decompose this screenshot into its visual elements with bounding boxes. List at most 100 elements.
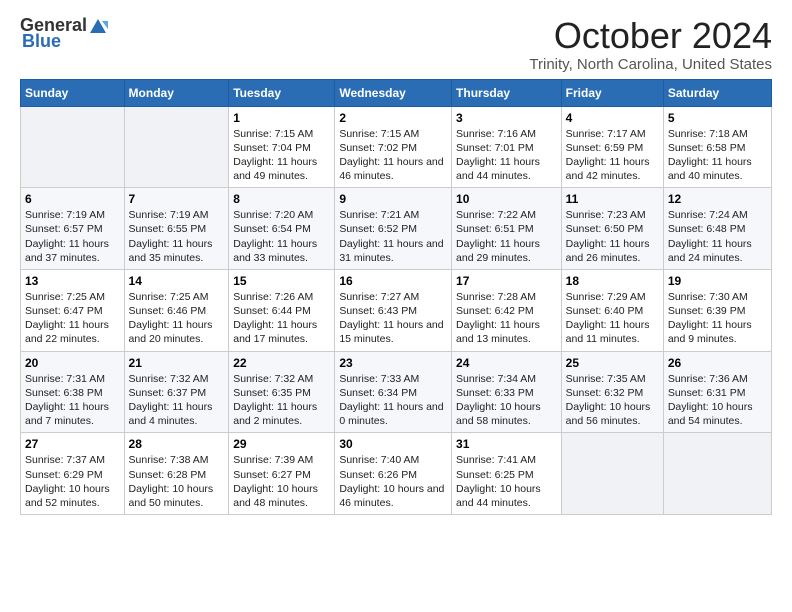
calendar-cell: 15Sunrise: 7:26 AM Sunset: 6:44 PM Dayli… [229,269,335,351]
calendar-cell: 4 Sunrise: 7:17 AM Sunset: 6:59 PM Daylig… [561,106,663,188]
calendar-cell: 8 Sunrise: 7:20 AM Sunset: 6:54 PM Daylig… [229,188,335,270]
day-info: Sunrise: 7:34 AM Sunset: 6:33 PM Dayligh… [456,372,557,429]
calendar-cell: 5 Sunrise: 7:18 AM Sunset: 6:58 PM Daylig… [663,106,771,188]
day-info: Sunrise: 7:26 AM Sunset: 6:44 PM Dayligh… [233,290,330,347]
day-info: Sunrise: 7:32 AM Sunset: 6:37 PM Dayligh… [129,372,225,429]
day-number: 11 [566,192,659,206]
day-info: Sunrise: 7:35 AM Sunset: 6:32 PM Dayligh… [566,372,659,429]
calendar-cell: 7 Sunrise: 7:19 AM Sunset: 6:55 PM Daylig… [124,188,229,270]
calendar-cell: 14 Sunrise: 7:25 AM Sunset: 6:46 PM Dayli… [124,269,229,351]
day-number: 7 [129,192,225,206]
header-day-friday: Friday [561,79,663,106]
day-number: 14 [129,274,225,288]
day-info: Sunrise: 7:40 AM Sunset: 6:26 PM Dayligh… [339,453,447,510]
day-info: Sunrise: 7:39 AM Sunset: 6:27 PM Dayligh… [233,453,330,510]
calendar-cell: 26 Sunrise: 7:36 AM Sunset: 6:31 PM Dayli… [663,351,771,433]
calendar-cell: 17Sunrise: 7:28 AM Sunset: 6:42 PM Dayli… [452,269,562,351]
day-info: Sunrise: 7:37 AM Sunset: 6:29 PM Dayligh… [25,453,120,510]
month-title: October 2024 [529,16,772,56]
calendar-cell [663,433,771,515]
calendar-cell: 28Sunrise: 7:38 AM Sunset: 6:28 PM Dayli… [124,433,229,515]
day-info: Sunrise: 7:16 AM Sunset: 7:01 PM Dayligh… [456,127,557,184]
calendar-cell: 31Sunrise: 7:41 AM Sunset: 6:25 PM Dayli… [452,433,562,515]
day-info: Sunrise: 7:19 AM Sunset: 6:57 PM Dayligh… [25,208,120,265]
day-number: 23 [339,356,447,370]
day-number: 16 [339,274,447,288]
day-info: Sunrise: 7:31 AM Sunset: 6:38 PM Dayligh… [25,372,120,429]
calendar-cell: 22 Sunrise: 7:32 AM Sunset: 6:35 PM Dayli… [229,351,335,433]
calendar-cell: 25 Sunrise: 7:35 AM Sunset: 6:32 PM Dayli… [561,351,663,433]
header-day-thursday: Thursday [452,79,562,106]
day-number: 22 [233,356,330,370]
day-info: Sunrise: 7:15 AM Sunset: 7:04 PM Dayligh… [233,127,330,184]
calendar-week-0: 1 Sunrise: 7:15 AM Sunset: 7:04 PM Daylig… [21,106,772,188]
calendar-cell: 12Sunrise: 7:24 AM Sunset: 6:48 PM Dayli… [663,188,771,270]
day-number: 3 [456,111,557,125]
header-day-saturday: Saturday [663,79,771,106]
calendar-cell: 2 Sunrise: 7:15 AM Sunset: 7:02 PM Daylig… [335,106,452,188]
header-day-monday: Monday [124,79,229,106]
day-info: Sunrise: 7:24 AM Sunset: 6:48 PM Dayligh… [668,208,767,265]
calendar-week-4: 27 Sunrise: 7:37 AM Sunset: 6:29 PM Dayli… [21,433,772,515]
day-number: 1 [233,111,330,125]
day-number: 4 [566,111,659,125]
day-info: Sunrise: 7:28 AM Sunset: 6:42 PM Dayligh… [456,290,557,347]
day-info: Sunrise: 7:25 AM Sunset: 6:46 PM Dayligh… [129,290,225,347]
day-number: 18 [566,274,659,288]
day-info: Sunrise: 7:19 AM Sunset: 6:55 PM Dayligh… [129,208,225,265]
day-number: 20 [25,356,120,370]
calendar-cell: 1 Sunrise: 7:15 AM Sunset: 7:04 PM Daylig… [229,106,335,188]
header-row: SundayMondayTuesdayWednesdayThursdayFrid… [21,79,772,106]
calendar-cell: 10 Sunrise: 7:22 AM Sunset: 6:51 PM Dayli… [452,188,562,270]
day-number: 9 [339,192,447,206]
day-info: Sunrise: 7:25 AM Sunset: 6:47 PM Dayligh… [25,290,120,347]
header-day-wednesday: Wednesday [335,79,452,106]
calendar-week-1: 6 Sunrise: 7:19 AM Sunset: 6:57 PM Daylig… [21,188,772,270]
day-info: Sunrise: 7:33 AM Sunset: 6:34 PM Dayligh… [339,372,447,429]
calendar-cell [561,433,663,515]
day-info: Sunrise: 7:21 AM Sunset: 6:52 PM Dayligh… [339,208,447,265]
day-number: 10 [456,192,557,206]
logo-icon [88,17,108,35]
day-number: 13 [25,274,120,288]
calendar-cell: 23 Sunrise: 7:33 AM Sunset: 6:34 PM Dayli… [335,351,452,433]
header-day-sunday: Sunday [21,79,125,106]
day-number: 21 [129,356,225,370]
location-title: Trinity, North Carolina, United States [529,56,772,73]
day-number: 26 [668,356,767,370]
calendar-cell [21,106,125,188]
calendar-cell: 11 Sunrise: 7:23 AM Sunset: 6:50 PM Dayli… [561,188,663,270]
calendar-cell: 9 Sunrise: 7:21 AM Sunset: 6:52 PM Daylig… [335,188,452,270]
calendar-cell: 24Sunrise: 7:34 AM Sunset: 6:33 PM Dayli… [452,351,562,433]
day-number: 5 [668,111,767,125]
day-info: Sunrise: 7:29 AM Sunset: 6:40 PM Dayligh… [566,290,659,347]
calendar-cell: 16Sunrise: 7:27 AM Sunset: 6:43 PM Dayli… [335,269,452,351]
calendar-cell: 13 Sunrise: 7:25 AM Sunset: 6:47 PM Dayli… [21,269,125,351]
day-number: 8 [233,192,330,206]
day-number: 28 [129,437,225,451]
calendar-week-2: 13 Sunrise: 7:25 AM Sunset: 6:47 PM Dayli… [21,269,772,351]
day-info: Sunrise: 7:22 AM Sunset: 6:51 PM Dayligh… [456,208,557,265]
calendar-cell [124,106,229,188]
title-block: October 2024 Trinity, North Carolina, Un… [529,16,772,73]
day-info: Sunrise: 7:18 AM Sunset: 6:58 PM Dayligh… [668,127,767,184]
day-info: Sunrise: 7:17 AM Sunset: 6:59 PM Dayligh… [566,127,659,184]
day-info: Sunrise: 7:20 AM Sunset: 6:54 PM Dayligh… [233,208,330,265]
day-info: Sunrise: 7:32 AM Sunset: 6:35 PM Dayligh… [233,372,330,429]
day-number: 31 [456,437,557,451]
day-number: 2 [339,111,447,125]
logo-blue-text: Blue [22,32,61,52]
logo: General Blue [20,16,109,52]
day-info: Sunrise: 7:30 AM Sunset: 6:39 PM Dayligh… [668,290,767,347]
calendar-cell: 29Sunrise: 7:39 AM Sunset: 6:27 PM Dayli… [229,433,335,515]
calendar-cell: 20 Sunrise: 7:31 AM Sunset: 6:38 PM Dayli… [21,351,125,433]
header-day-tuesday: Tuesday [229,79,335,106]
day-info: Sunrise: 7:36 AM Sunset: 6:31 PM Dayligh… [668,372,767,429]
day-number: 27 [25,437,120,451]
day-info: Sunrise: 7:23 AM Sunset: 6:50 PM Dayligh… [566,208,659,265]
day-info: Sunrise: 7:15 AM Sunset: 7:02 PM Dayligh… [339,127,447,184]
calendar-cell: 18 Sunrise: 7:29 AM Sunset: 6:40 PM Dayli… [561,269,663,351]
day-number: 25 [566,356,659,370]
day-number: 6 [25,192,120,206]
calendar-cell: 6 Sunrise: 7:19 AM Sunset: 6:57 PM Daylig… [21,188,125,270]
